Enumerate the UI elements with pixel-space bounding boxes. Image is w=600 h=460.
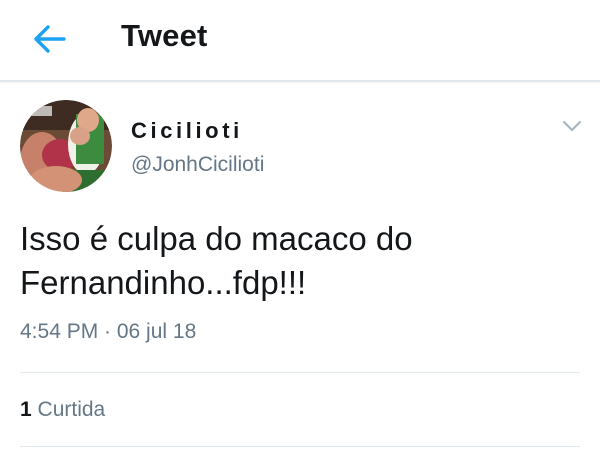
likes-stat[interactable]: 1 Curtida bbox=[20, 398, 105, 422]
tweet-timestamp: 4:54 PM · 06 jul 18 bbox=[20, 320, 197, 343]
avatar[interactable] bbox=[20, 100, 112, 192]
user-handle[interactable]: @JonhCicilioti bbox=[131, 153, 264, 177]
likes-count: 1 bbox=[20, 398, 32, 421]
page-title: Tweet bbox=[121, 18, 208, 53]
tweet-text: Isso é culpa do macaco do Fernandinho...… bbox=[20, 220, 413, 301]
top-bar: Tweet bbox=[0, 0, 600, 82]
divider bbox=[20, 446, 580, 447]
back-button[interactable] bbox=[28, 21, 72, 57]
divider bbox=[20, 372, 580, 373]
avatar-image bbox=[20, 100, 112, 192]
tweet-menu-button[interactable] bbox=[558, 114, 586, 138]
display-name[interactable]: Cicilioti bbox=[131, 118, 243, 144]
chevron-down-icon bbox=[562, 120, 582, 132]
arrow-left-icon bbox=[34, 25, 66, 53]
likes-label: Curtida bbox=[37, 398, 106, 421]
